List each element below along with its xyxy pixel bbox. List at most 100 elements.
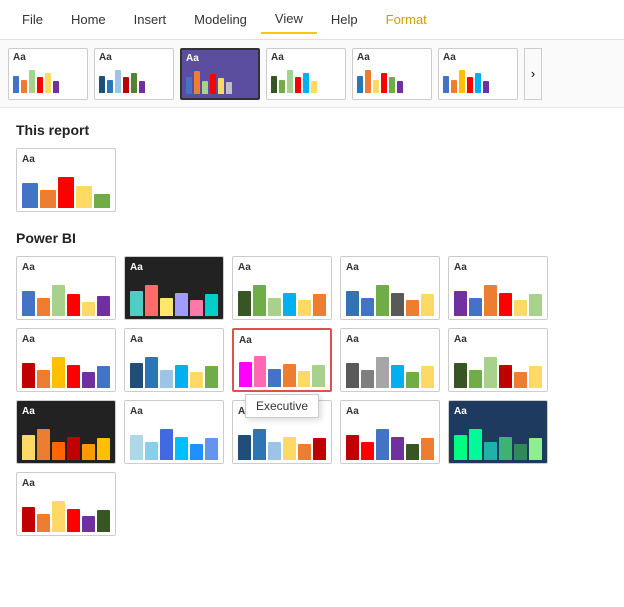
theme-bar [499, 293, 512, 316]
theme-bar [107, 80, 113, 93]
theme-aa-label: Aa [346, 334, 434, 345]
theme-thumbnail-strip[interactable]: Aa [266, 48, 346, 100]
theme-bar [175, 365, 188, 388]
theme-bar [123, 77, 129, 92]
menu-help[interactable]: Help [317, 6, 372, 33]
theme-bar [97, 366, 110, 388]
theme-thumbnail-pbi10[interactable]: Aa [448, 328, 548, 392]
theme-bar [283, 364, 296, 387]
theme-bar [22, 507, 35, 532]
menu-format[interactable]: Format [372, 6, 441, 33]
theme-bar [160, 298, 173, 316]
theme-thumbnail-pbi11[interactable]: Aa [16, 400, 116, 464]
theme-bar [529, 294, 542, 316]
theme-bar [279, 80, 285, 93]
theme-bars [22, 420, 110, 460]
theme-aa-label: Aa [22, 154, 110, 165]
this-report-grid: Aa [16, 148, 608, 212]
theme-bar [186, 77, 192, 94]
theme-bars [186, 66, 254, 94]
theme-bar [421, 438, 434, 460]
menu-home[interactable]: Home [57, 6, 120, 33]
theme-aa-label: Aa [443, 53, 513, 63]
theme-bar [22, 183, 38, 208]
theme-bar [484, 285, 497, 316]
theme-thumbnail-strip[interactable]: Aa [8, 48, 88, 100]
theme-thumbnail-pbi3[interactable]: Aa [232, 256, 332, 320]
theme-thumbnail-strip[interactable]: Aa [180, 48, 260, 100]
menu-modeling[interactable]: Modeling [180, 6, 261, 33]
theme-thumbnail-pbi4[interactable]: Aa [340, 256, 440, 320]
theme-bars [22, 276, 110, 316]
theme-bar [283, 293, 296, 316]
this-report-title: This report [16, 122, 608, 138]
theme-bar [175, 293, 188, 316]
theme-bar [454, 435, 467, 460]
theme-bar [391, 437, 404, 460]
theme-bar [82, 302, 95, 316]
theme-bar [22, 435, 35, 460]
theme-aa-label: Aa [357, 53, 427, 63]
theme-bar [365, 70, 371, 92]
theme-thumbnail-pbi6[interactable]: Aa [16, 328, 116, 392]
theme-bar [202, 81, 208, 94]
theme-bar [406, 444, 419, 460]
menu-insert[interactable]: Insert [120, 6, 181, 33]
theme-bar [346, 363, 359, 388]
theme-bars [22, 168, 110, 208]
theme-bar [451, 80, 457, 93]
theme-bar [131, 73, 137, 93]
theme-bar [268, 298, 281, 316]
theme-bar [483, 81, 489, 92]
theme-thumbnail-pbi9[interactable]: Aa [340, 328, 440, 392]
theme-aa-label: Aa [130, 406, 218, 417]
theme-bar [13, 76, 19, 93]
theme-thumbnail-pbi7[interactable]: Aa [124, 328, 224, 392]
theme-bar [97, 296, 110, 316]
theme-thumbnail-tr1[interactable]: Aa [16, 148, 116, 212]
theme-bar [76, 186, 92, 208]
theme-bar [298, 300, 311, 316]
theme-bar [190, 372, 203, 388]
theme-thumbnail-pbi2[interactable]: Aa [124, 256, 224, 320]
theme-bar [194, 71, 200, 93]
theme-bar [499, 365, 512, 388]
theme-bar [82, 444, 95, 460]
power-bi-title: Power BI [16, 230, 608, 246]
theme-bars [22, 348, 110, 388]
menu-view[interactable]: View [261, 5, 317, 34]
theme-bar [287, 70, 293, 92]
theme-aa-label: Aa [22, 478, 110, 489]
theme-thumbnail-strip[interactable]: Aa [352, 48, 432, 100]
strip-scroll-button[interactable]: › [524, 48, 542, 100]
theme-bar [421, 366, 434, 388]
theme-bar [190, 300, 203, 316]
theme-bar [52, 501, 65, 532]
theme-bar [67, 437, 80, 460]
theme-thumbnail-pbi16[interactable]: Aa [16, 472, 116, 536]
theme-bar [67, 294, 80, 316]
theme-bars [238, 420, 326, 460]
theme-thumbnail-pbi1[interactable]: Aa [16, 256, 116, 320]
theme-bars [454, 420, 542, 460]
theme-bar [205, 366, 218, 388]
theme-bar [357, 76, 363, 93]
theme-thumbnail-pbi5[interactable]: Aa [448, 256, 548, 320]
theme-bar [82, 516, 95, 532]
theme-bar [373, 80, 379, 93]
menu-file[interactable]: File [8, 6, 57, 33]
theme-thumbnail-pbi12[interactable]: Aa [124, 400, 224, 464]
theme-bars [238, 276, 326, 316]
theme-thumbnail-pbi15[interactable]: Aa [448, 400, 548, 464]
theme-bar [397, 81, 403, 92]
theme-thumbnail-strip[interactable]: Aa [94, 48, 174, 100]
theme-thumbnail-pbi14[interactable]: Aa [340, 400, 440, 464]
theme-bar [94, 194, 110, 208]
theme-thumbnail-pbi13[interactable]: Aa [232, 400, 332, 464]
theme-bar [29, 70, 35, 92]
theme-thumbnail-pbi8[interactable]: AaExecutive [232, 328, 332, 392]
theme-thumbnail-strip[interactable]: Aa [438, 48, 518, 100]
theme-bar [37, 370, 50, 388]
theme-bars [346, 276, 434, 316]
theme-bar [218, 78, 224, 93]
